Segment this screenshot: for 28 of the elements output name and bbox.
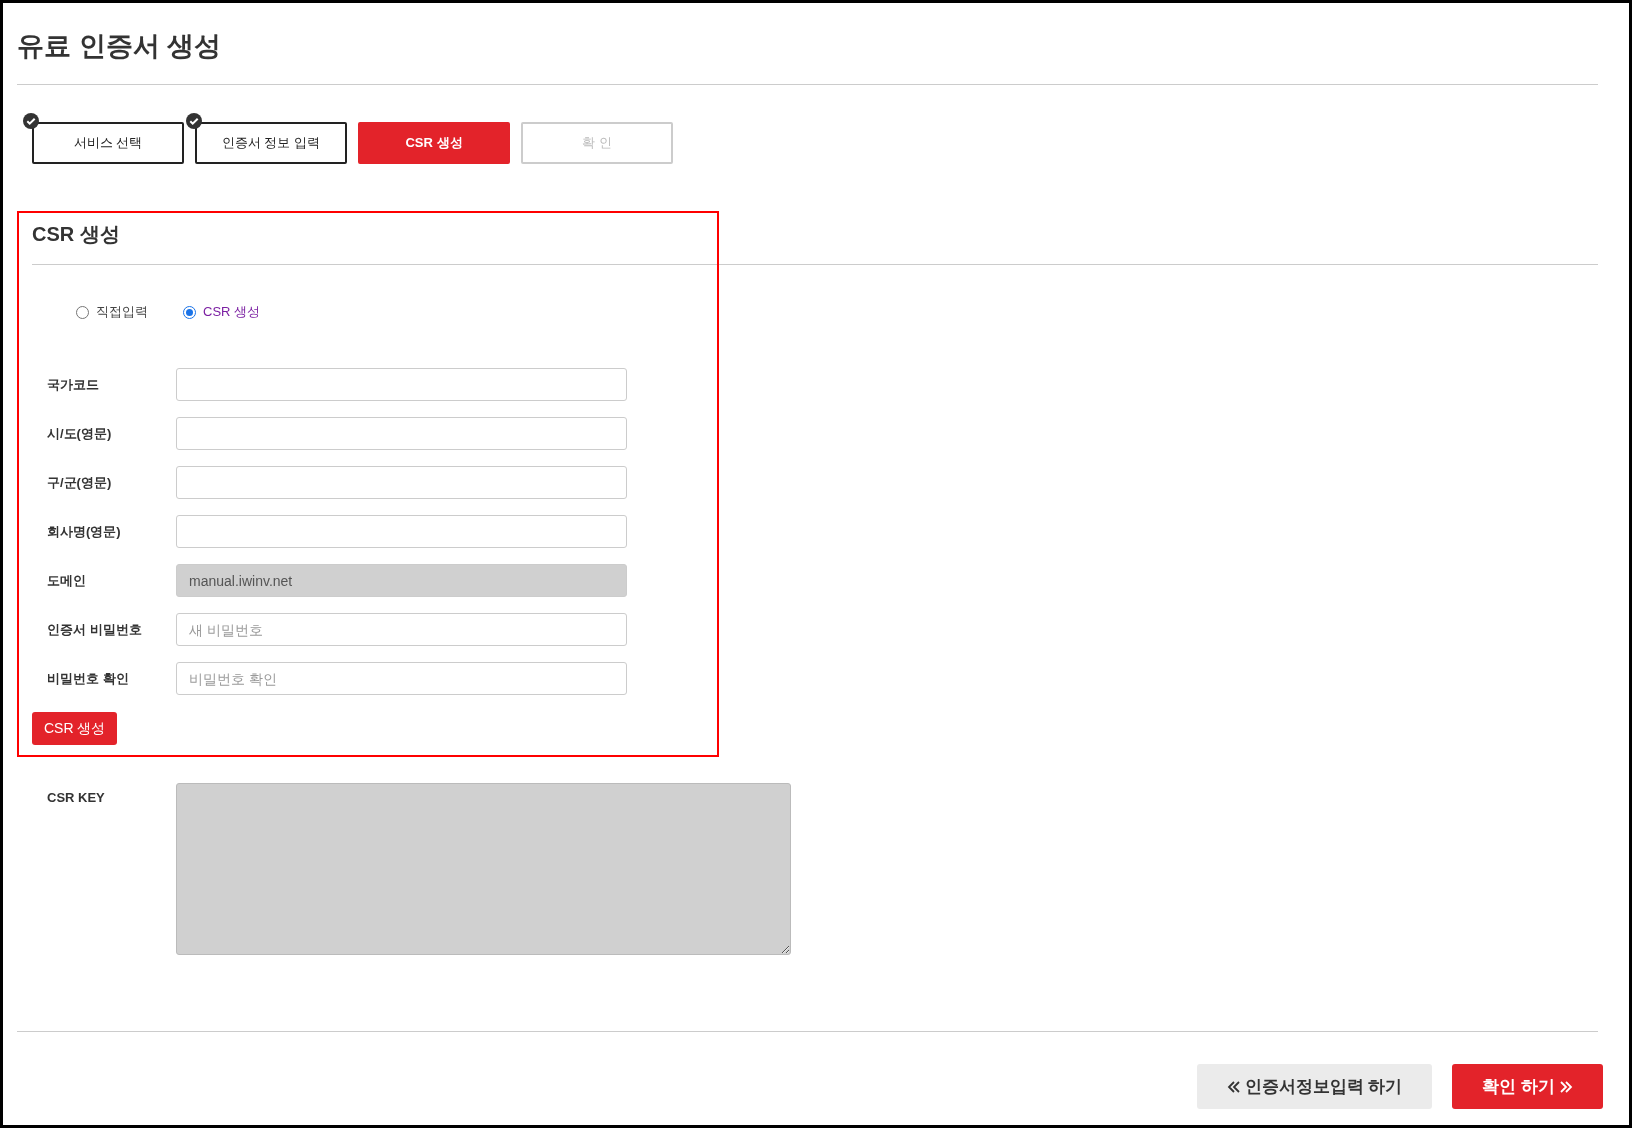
step-tab[interactable]: CSR 생성 bbox=[358, 122, 510, 164]
previous-button[interactable]: 인증서정보입력 하기 bbox=[1196, 1064, 1433, 1109]
input-field[interactable]: 비밀번호 확인 bbox=[176, 662, 627, 695]
input-field[interactable] bbox=[176, 368, 627, 401]
radio-button[interactable] bbox=[76, 305, 89, 319]
field-label: 회사명(영문) bbox=[46, 522, 122, 541]
input-field[interactable] bbox=[176, 515, 627, 548]
field-label: 구/군(영문) bbox=[46, 473, 113, 492]
generate-button[interactable]: CSR 생성 bbox=[32, 712, 118, 745]
step-tab[interactable]: 인증서 정보 입력 bbox=[195, 122, 347, 164]
field-label: CSR KEY bbox=[46, 789, 106, 806]
double-chevron-right-icon bbox=[1559, 1079, 1573, 1094]
step-tab[interactable]: 서비스 선택 bbox=[32, 122, 184, 164]
input-field[interactable] bbox=[176, 466, 627, 499]
field-label: 시/도(영문) bbox=[46, 424, 113, 443]
input-field[interactable] bbox=[176, 417, 627, 450]
section-title: CSR 생성 bbox=[32, 222, 120, 247]
radio-button[interactable] bbox=[183, 305, 196, 319]
field-label: 국가코드 bbox=[46, 375, 100, 394]
input-field[interactable]: 새 비밀번호 bbox=[176, 613, 627, 646]
radio-label[interactable]: 직접입력 bbox=[96, 303, 148, 321]
radio-label[interactable]: CSR 생성 bbox=[203, 303, 261, 321]
double-chevron-left-icon bbox=[1226, 1079, 1241, 1094]
field-label: 도메인 bbox=[46, 571, 87, 590]
page-title: 유료 인증서 생성 bbox=[17, 30, 221, 63]
field-label: 비밀번호 확인 bbox=[46, 669, 130, 688]
field-label: 인증서 비밀번호 bbox=[46, 620, 143, 639]
next-button[interactable]: 확인 하기 bbox=[1452, 1064, 1603, 1109]
